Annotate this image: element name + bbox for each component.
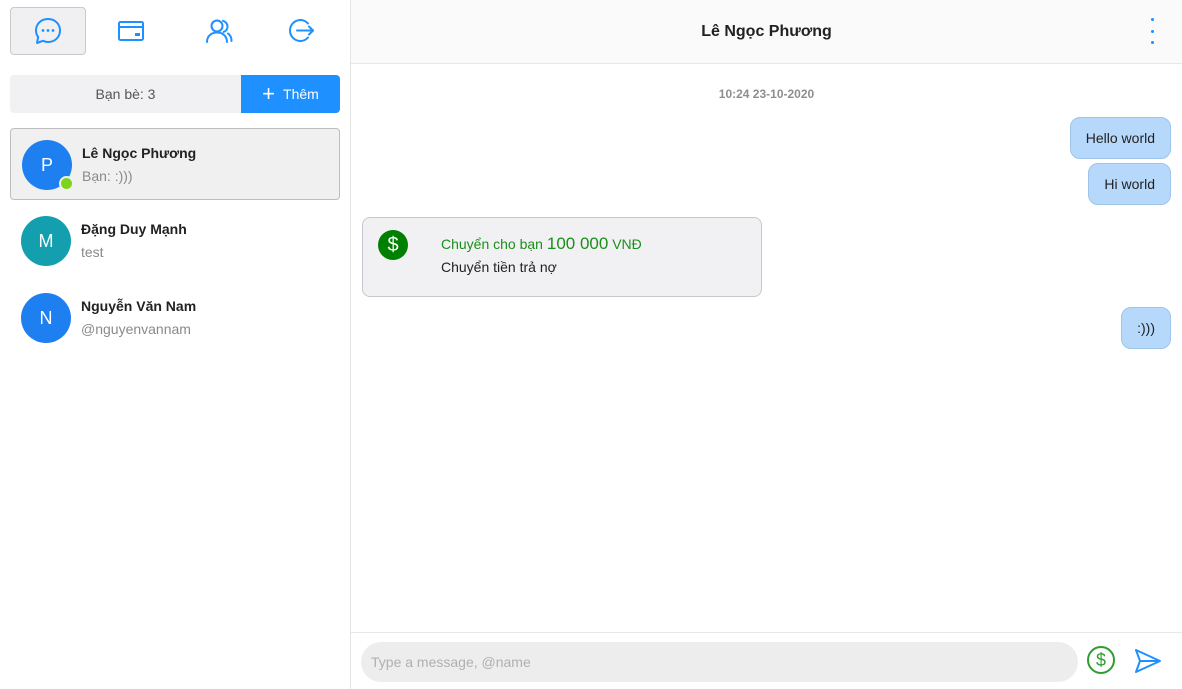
add-friend-label: Thêm [283,86,319,102]
avatar: M [21,216,71,266]
nav-chats-button[interactable] [10,7,86,55]
message-text: Hello world [1085,130,1155,146]
chat-header: Lê Ngọc Phương [351,0,1182,64]
more-options-icon[interactable] [1148,18,1156,44]
message-text: :))) [1137,320,1155,336]
contact-preview: @nguyenvannam [81,321,191,337]
logout-icon [288,18,314,43]
chat-bubble-icon [35,18,61,44]
transfer-currency: VNĐ [612,236,642,252]
online-status-dot [59,176,74,191]
transfer-note: Chuyển tiền trả nợ [441,259,557,275]
transfer-summary: Chuyển cho bạn 100 000 VNĐ [441,234,642,254]
send-icon[interactable] [1133,646,1163,676]
sidebar: Bạn bè: 3 + Thêm P Lê Ngọc Phương Bạn: :… [0,0,351,689]
contact-preview: Bạn: :))) [82,168,133,184]
contact-preview: test [81,244,104,260]
contact-item[interactable]: M Đặng Duy Mạnh test [10,205,340,277]
add-friend-button[interactable]: + Thêm [241,75,340,113]
message-text: Hi world [1104,176,1155,192]
friends-bar: Bạn bè: 3 + Thêm [10,75,340,113]
message-composer: $ [351,632,1182,689]
message-timestamp: 10:24 23-10-2020 [718,87,815,101]
plus-icon: + [262,81,276,106]
nav-card-button[interactable] [93,7,169,55]
money-transfer-message: $ Chuyển cho bạn 100 000 VNĐ Chuyển tiền… [362,217,762,297]
chat-title: Lê Ngọc Phương [701,23,832,40]
outgoing-message: :))) [1121,307,1171,349]
dollar-icon: $ [378,230,408,260]
outgoing-message: Hello world [1069,117,1171,159]
dollar-icon: $ [1095,649,1106,670]
avatar: N [21,293,71,343]
transfer-prefix: Chuyển cho bạn [441,236,543,252]
message-input[interactable] [361,642,1078,682]
transfer-amount: 100 000 [546,234,609,253]
contacts-icon [206,19,233,43]
send-money-button[interactable]: $ [1087,646,1115,674]
friends-count: Bạn bè: 3 [10,75,241,113]
chat-panel: Lê Ngọc Phương 10:24 23-10-2020 Hello wo… [351,0,1182,689]
top-nav [0,0,350,64]
contact-name: Đặng Duy Mạnh [81,221,187,237]
nav-contacts-button[interactable] [181,7,257,55]
nav-logout-button[interactable] [263,7,339,55]
card-icon [118,21,144,41]
contact-name: Nguyễn Văn Nam [81,298,197,314]
outgoing-message: Hi world [1088,163,1171,205]
contact-item[interactable]: N Nguyễn Văn Nam @nguyenvannam [10,282,340,354]
contact-name: Lê Ngọc Phương [82,145,197,161]
contact-item[interactable]: P Lê Ngọc Phương Bạn: :))) [10,128,340,200]
